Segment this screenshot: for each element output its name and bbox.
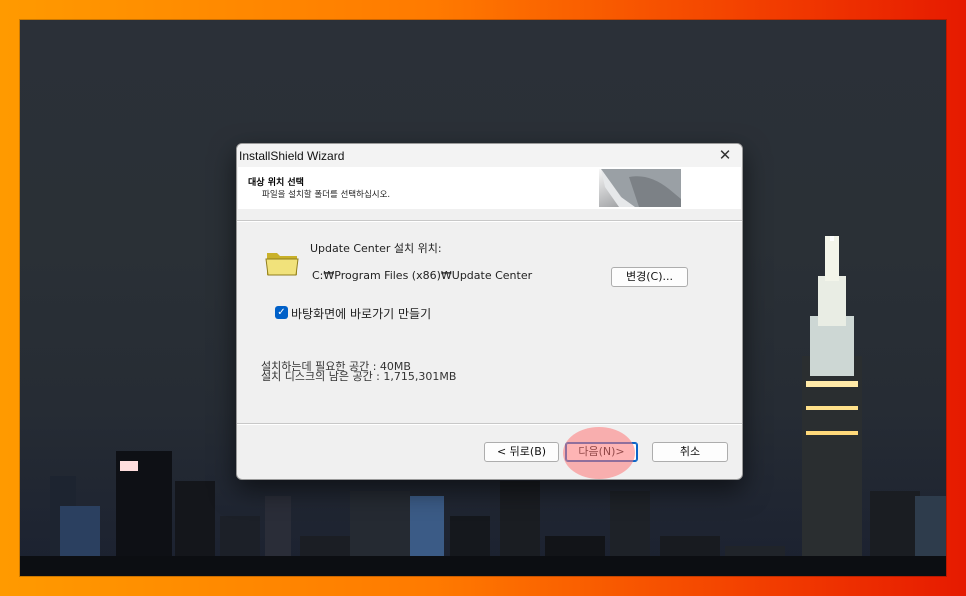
title-bar[interactable]: InstallShield Wizard ✕ xyxy=(237,144,742,167)
change-location-button[interactable]: 변경(C)... xyxy=(611,267,688,287)
desktop-shortcut-label[interactable]: 바탕화면에 바로가기 만들기 xyxy=(291,305,431,322)
folder-icon xyxy=(265,253,299,276)
header-subtitle: 파일을 설치할 폴더를 선택하십시오. xyxy=(262,190,391,200)
cancel-button[interactable]: 취소 xyxy=(652,442,728,462)
next-button[interactable]: 다음(N)> xyxy=(565,442,638,462)
header-divider xyxy=(237,220,742,222)
wizard-header: 대상 위치 선택 파일을 설치할 폴더를 선택하십시오. xyxy=(238,167,741,209)
checkmark-icon[interactable]: ✓ xyxy=(275,306,288,319)
install-location-label: Update Center 설치 위치: xyxy=(310,242,442,255)
back-button[interactable]: < 뒤로(B) xyxy=(484,442,559,462)
available-space-text: 설치 디스크의 남은 공간 : 1,715,301MB xyxy=(261,370,457,383)
install-path: C:₩Program Files (x86)₩Update Center xyxy=(312,269,533,282)
header-banner-image xyxy=(599,169,681,207)
installshield-dialog: InstallShield Wizard ✕ 대상 위치 선택 파일을 설치할 … xyxy=(236,143,743,480)
window-title: InstallShield Wizard xyxy=(239,149,345,163)
footer-divider xyxy=(237,423,742,425)
close-icon[interactable]: ✕ xyxy=(708,144,742,167)
header-title: 대상 위치 선택 xyxy=(248,178,304,188)
